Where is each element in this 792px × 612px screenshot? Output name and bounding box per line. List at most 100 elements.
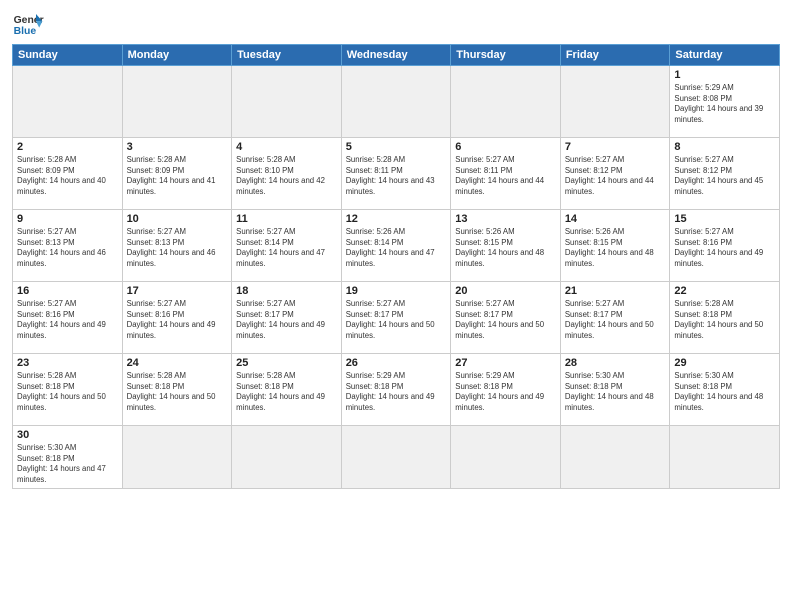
calendar-row: 2 Sunrise: 5:28 AMSunset: 8:09 PMDaylight… xyxy=(13,138,780,210)
calendar-cell: 29Sunrise: 5:30 AMSunset: 8:18 PMDayligh… xyxy=(670,354,780,426)
calendar-cell: 15 Sunrise: 5:27 AMSunset: 8:16 PMDayligh… xyxy=(670,210,780,282)
calendar-cell xyxy=(232,426,342,489)
day-number: 14 xyxy=(565,213,666,225)
day-info: Sunrise: 5:29 AMSunset: 8:08 PMDaylight:… xyxy=(674,83,775,125)
day-number: 18 xyxy=(236,285,337,297)
calendar-cell: 19 Sunrise: 5:27 AMSunset: 8:17 PMDayligh… xyxy=(341,282,451,354)
calendar-cell: 16Sunrise: 5:27 AMSunset: 8:16 PMDayligh… xyxy=(13,282,123,354)
calendar-cell: 2 Sunrise: 5:28 AMSunset: 8:09 PMDaylight… xyxy=(13,138,123,210)
day-number: 19 xyxy=(346,285,447,297)
day-info: Sunrise: 5:27 AMSunset: 8:14 PMDaylight:… xyxy=(236,227,337,269)
calendar-cell xyxy=(232,66,342,138)
day-number: 4 xyxy=(236,141,337,153)
day-info: Sunrise: 5:27 AMSunset: 8:13 PMDaylight:… xyxy=(17,227,118,269)
day-number: 5 xyxy=(346,141,447,153)
header-sunday: Sunday xyxy=(13,45,123,66)
calendar-cell: 21 Sunrise: 5:27 AMSunset: 8:17 PMDayligh… xyxy=(560,282,670,354)
day-number: 10 xyxy=(127,213,228,225)
day-info: Sunrise: 5:29 AMSunset: 8:18 PMDaylight:… xyxy=(346,371,447,413)
day-info: Sunrise: 5:26 AMSunset: 8:15 PMDaylight:… xyxy=(455,227,556,269)
day-info: Sunrise: 5:28 AMSunset: 8:09 PMDaylight:… xyxy=(17,155,118,197)
day-number: 20 xyxy=(455,285,556,297)
day-info: Sunrise: 5:28 AMSunset: 8:09 PMDaylight:… xyxy=(127,155,228,197)
day-number: 6 xyxy=(455,141,556,153)
day-info: Sunrise: 5:30 AMSunset: 8:18 PMDaylight:… xyxy=(565,371,666,413)
day-number: 8 xyxy=(674,141,775,153)
day-info: Sunrise: 5:27 AMSunset: 8:12 PMDaylight:… xyxy=(674,155,775,197)
logo-icon: General Blue xyxy=(12,10,44,38)
day-info: Sunrise: 5:28 AMSunset: 8:10 PMDaylight:… xyxy=(236,155,337,197)
day-number: 7 xyxy=(565,141,666,153)
day-info: Sunrise: 5:27 AMSunset: 8:17 PMDaylight:… xyxy=(346,299,447,341)
day-info: Sunrise: 5:28 AMSunset: 8:18 PMDaylight:… xyxy=(674,299,775,341)
header-wednesday: Wednesday xyxy=(341,45,451,66)
day-info: Sunrise: 5:28 AMSunset: 8:18 PMDaylight:… xyxy=(236,371,337,413)
calendar-cell: 25 Sunrise: 5:28 AMSunset: 8:18 PMDayligh… xyxy=(232,354,342,426)
calendar-cell xyxy=(341,66,451,138)
day-info: Sunrise: 5:30 AMSunset: 8:18 PMDaylight:… xyxy=(17,443,118,485)
day-info: Sunrise: 5:27 AMSunset: 8:16 PMDaylight:… xyxy=(674,227,775,269)
day-number: 24 xyxy=(127,357,228,369)
calendar-cell: 12 Sunrise: 5:26 AMSunset: 8:14 PMDayligh… xyxy=(341,210,451,282)
calendar-cell: 24 Sunrise: 5:28 AMSunset: 8:18 PMDayligh… xyxy=(122,354,232,426)
day-number: 1 xyxy=(674,69,775,81)
calendar-cell: 28Sunrise: 5:30 AMSunset: 8:18 PMDayligh… xyxy=(560,354,670,426)
header-thursday: Thursday xyxy=(451,45,561,66)
day-info: Sunrise: 5:27 AMSunset: 8:17 PMDaylight:… xyxy=(236,299,337,341)
calendar-cell: 20 Sunrise: 5:27 AMSunset: 8:17 PMDayligh… xyxy=(451,282,561,354)
calendar-cell: 7Sunrise: 5:27 AMSunset: 8:12 PMDaylight… xyxy=(560,138,670,210)
calendar-cell xyxy=(560,66,670,138)
day-number: 16 xyxy=(17,285,118,297)
calendar-row: 9Sunrise: 5:27 AMSunset: 8:13 PMDaylight… xyxy=(13,210,780,282)
calendar-cell: 10 Sunrise: 5:27 AMSunset: 8:13 PMDayligh… xyxy=(122,210,232,282)
calendar-cell: 6 Sunrise: 5:27 AMSunset: 8:11 PMDaylight… xyxy=(451,138,561,210)
calendar: Sunday Monday Tuesday Wednesday Thursday… xyxy=(12,44,780,489)
day-number: 12 xyxy=(346,213,447,225)
day-info: Sunrise: 5:30 AMSunset: 8:18 PMDaylight:… xyxy=(674,371,775,413)
calendar-cell: 4 Sunrise: 5:28 AMSunset: 8:10 PMDaylight… xyxy=(232,138,342,210)
calendar-cell xyxy=(13,66,123,138)
svg-text:Blue: Blue xyxy=(14,26,37,37)
calendar-cell: 30Sunrise: 5:30 AMSunset: 8:18 PMDayligh… xyxy=(13,426,123,489)
day-number: 27 xyxy=(455,357,556,369)
day-number: 25 xyxy=(236,357,337,369)
calendar-row: 30Sunrise: 5:30 AMSunset: 8:18 PMDayligh… xyxy=(13,426,780,489)
day-info: Sunrise: 5:27 AMSunset: 8:13 PMDaylight:… xyxy=(127,227,228,269)
day-number: 2 xyxy=(17,141,118,153)
calendar-cell: 18 Sunrise: 5:27 AMSunset: 8:17 PMDayligh… xyxy=(232,282,342,354)
page: General Blue Sunday Monday Tuesday Wedne… xyxy=(0,0,792,612)
day-info: Sunrise: 5:26 AMSunset: 8:14 PMDaylight:… xyxy=(346,227,447,269)
calendar-cell: 26 Sunrise: 5:29 AMSunset: 8:18 PMDayligh… xyxy=(341,354,451,426)
day-number: 13 xyxy=(455,213,556,225)
header-monday: Monday xyxy=(122,45,232,66)
day-number: 3 xyxy=(127,141,228,153)
calendar-cell: 17Sunrise: 5:27 AMSunset: 8:16 PMDayligh… xyxy=(122,282,232,354)
calendar-cell: 8 Sunrise: 5:27 AMSunset: 8:12 PMDaylight… xyxy=(670,138,780,210)
calendar-cell xyxy=(451,66,561,138)
day-info: Sunrise: 5:27 AMSunset: 8:11 PMDaylight:… xyxy=(455,155,556,197)
weekday-header-row: Sunday Monday Tuesday Wednesday Thursday… xyxy=(13,45,780,66)
calendar-cell: 27 Sunrise: 5:29 AMSunset: 8:18 PMDayligh… xyxy=(451,354,561,426)
day-info: Sunrise: 5:27 AMSunset: 8:17 PMDaylight:… xyxy=(455,299,556,341)
day-number: 22 xyxy=(674,285,775,297)
day-info: Sunrise: 5:28 AMSunset: 8:18 PMDaylight:… xyxy=(127,371,228,413)
day-number: 17 xyxy=(127,285,228,297)
day-info: Sunrise: 5:26 AMSunset: 8:15 PMDaylight:… xyxy=(565,227,666,269)
calendar-cell xyxy=(122,426,232,489)
day-number: 26 xyxy=(346,357,447,369)
calendar-cell: 3 Sunrise: 5:28 AMSunset: 8:09 PMDaylight… xyxy=(122,138,232,210)
calendar-row: 16Sunrise: 5:27 AMSunset: 8:16 PMDayligh… xyxy=(13,282,780,354)
logo: General Blue xyxy=(12,10,44,38)
day-info: Sunrise: 5:27 AMSunset: 8:17 PMDaylight:… xyxy=(565,299,666,341)
calendar-cell xyxy=(341,426,451,489)
calendar-cell xyxy=(122,66,232,138)
header-tuesday: Tuesday xyxy=(232,45,342,66)
day-number: 15 xyxy=(674,213,775,225)
calendar-row: 1 Sunrise: 5:29 AMSunset: 8:08 PMDaylight… xyxy=(13,66,780,138)
header-saturday: Saturday xyxy=(670,45,780,66)
calendar-cell: 5Sunrise: 5:28 AMSunset: 8:11 PMDaylight… xyxy=(341,138,451,210)
calendar-cell: 9Sunrise: 5:27 AMSunset: 8:13 PMDaylight… xyxy=(13,210,123,282)
day-number: 21 xyxy=(565,285,666,297)
day-info: Sunrise: 5:29 AMSunset: 8:18 PMDaylight:… xyxy=(455,371,556,413)
calendar-cell: 23Sunrise: 5:28 AMSunset: 8:18 PMDayligh… xyxy=(13,354,123,426)
